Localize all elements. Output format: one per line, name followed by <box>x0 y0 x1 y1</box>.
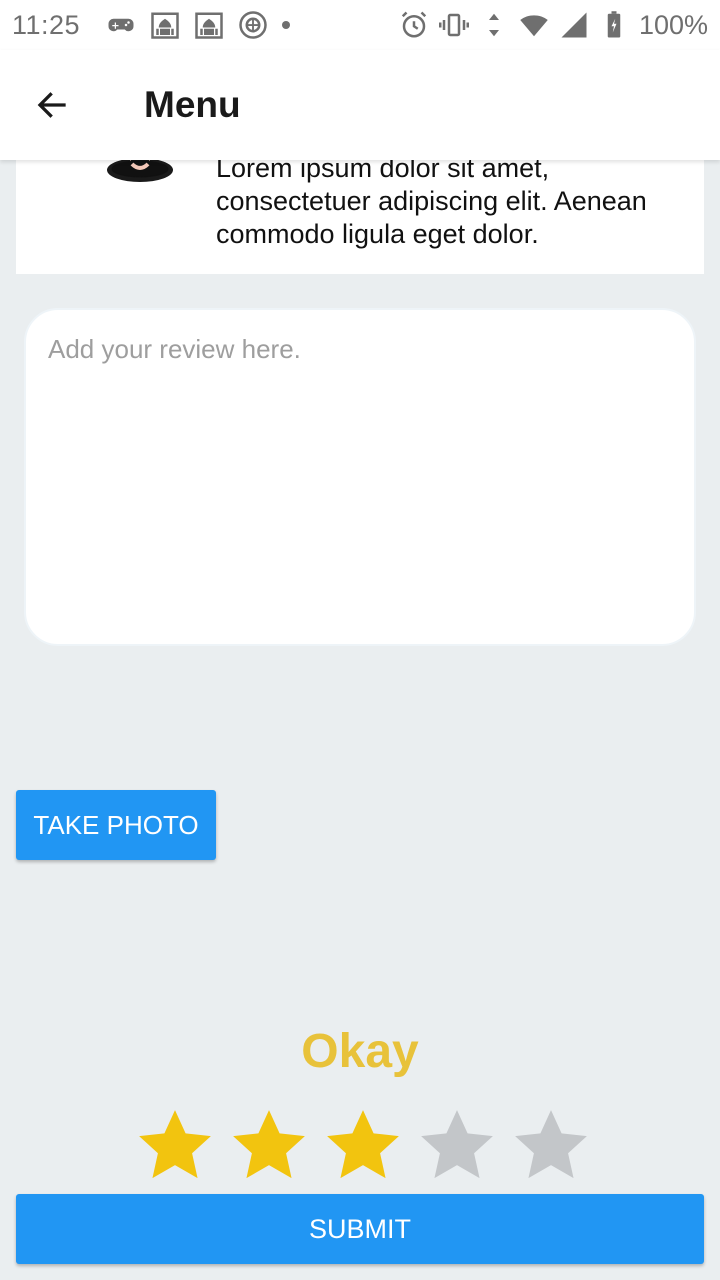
page-title: Menu <box>144 84 241 125</box>
wifi-icon <box>519 10 549 40</box>
alarm-icon <box>399 10 429 40</box>
more-notifications-dot <box>282 21 291 29</box>
notification-icons <box>106 10 291 40</box>
data-arrows-icon <box>479 10 509 40</box>
game-controller-icon <box>106 10 136 40</box>
star-filled-icon[interactable] <box>322 1104 404 1186</box>
review-text: Lorem ipsum dolor sit amet, consectetuer… <box>216 160 647 249</box>
take-photo-button[interactable]: TAKE PHOTO <box>16 790 216 860</box>
status-time: 11:25 <box>12 9 81 40</box>
vibrate-icon <box>438 10 469 40</box>
rating-label: Okay <box>301 1025 419 1078</box>
star-empty-icon[interactable] <box>416 1104 498 1186</box>
back-button[interactable] <box>22 75 82 135</box>
app-bar: Menu <box>0 50 720 160</box>
review-card: Lorem ipsum dolor sit amet, consectetuer… <box>16 160 704 274</box>
avatar <box>106 160 174 182</box>
battery-icon <box>599 10 629 40</box>
mosque-icon <box>150 10 180 40</box>
battery-percentage: 100% <box>638 9 708 40</box>
review-input[interactable] <box>24 308 696 646</box>
star-filled-icon[interactable] <box>228 1104 310 1186</box>
star-empty-icon[interactable] <box>510 1104 592 1186</box>
mosque-icon <box>194 10 224 40</box>
star-rating[interactable] <box>134 1104 594 1188</box>
status-bar: 11:25 100% <box>0 0 720 50</box>
system-icons: 100% <box>399 10 708 41</box>
signal-icon <box>559 10 589 40</box>
emblem-icon <box>238 10 268 40</box>
submit-button[interactable]: SUBMIT <box>16 1194 704 1264</box>
arrow-left-icon <box>37 92 66 118</box>
star-filled-icon[interactable] <box>134 1104 216 1186</box>
